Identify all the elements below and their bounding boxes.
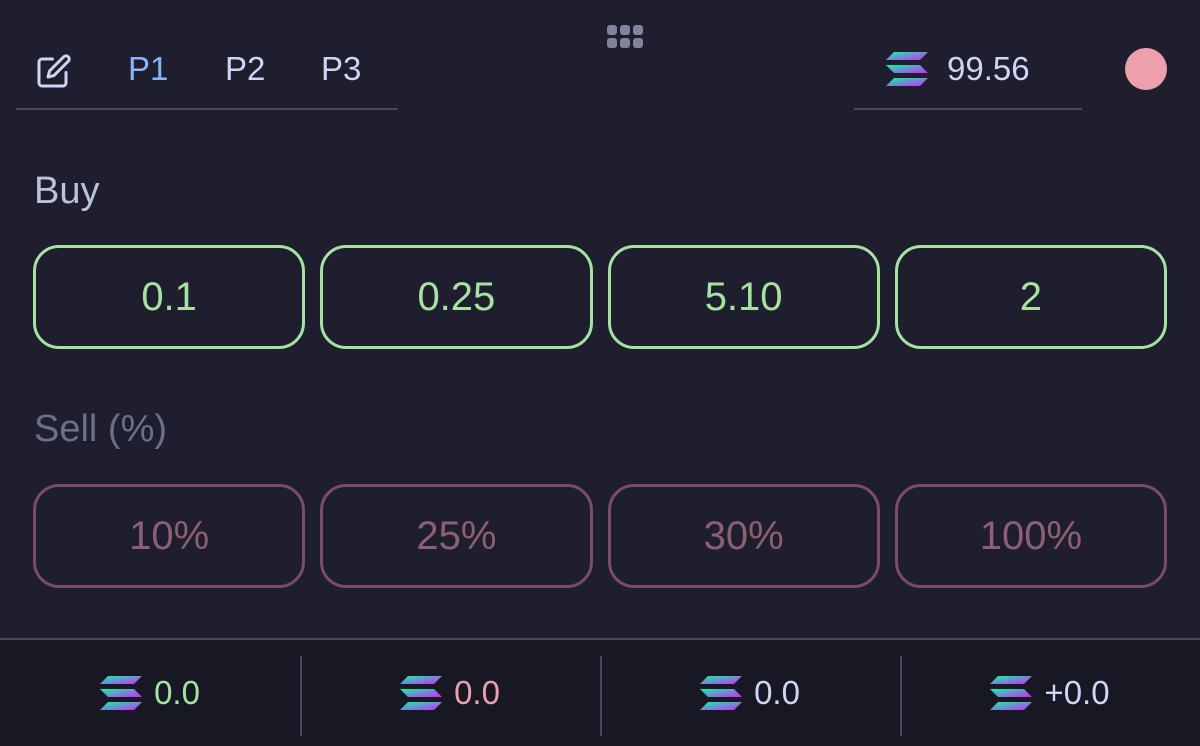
wallet-balance: 99.56 (854, 40, 1082, 110)
buy-button-2[interactable]: 0.25 (320, 245, 593, 349)
sell-button-10[interactable]: 10% (33, 484, 306, 588)
stat-cell: 0.0 (0, 640, 300, 746)
solana-icon (886, 52, 928, 86)
stat-value: 0.0 (154, 674, 200, 711)
sell-heading: Sell (%) (34, 408, 168, 450)
stat-value: 0.0 (454, 674, 500, 711)
status-indicator[interactable] (1125, 48, 1167, 90)
stat-cell: +0.0 (900, 640, 1200, 746)
buy-button-1[interactable]: 0.1 (33, 245, 306, 349)
stat-value: +0.0 (1044, 674, 1110, 711)
stat-value: 0.0 (754, 674, 800, 711)
solana-icon (400, 676, 443, 710)
buy-heading: Buy (34, 170, 100, 212)
drag-handle-icon[interactable] (607, 25, 643, 51)
tab-p2[interactable]: P2 (225, 50, 265, 88)
balance-value: 99.56 (947, 50, 1030, 87)
preset-bar: P1 P2 P3 (16, 40, 398, 110)
tab-p1[interactable]: P1 (128, 50, 168, 88)
buy-button-3[interactable]: 5.10 (607, 245, 880, 349)
solana-icon (990, 676, 1033, 710)
buy-button-4[interactable]: 2 (894, 245, 1167, 349)
buy-amounts: 0.1 0.25 5.10 2 (33, 245, 1167, 349)
stat-cell: 0.0 (300, 640, 600, 746)
sell-button-30[interactable]: 30% (607, 484, 880, 588)
sell-amounts: 10% 25% 30% 100% (33, 484, 1167, 588)
solana-icon (700, 676, 743, 710)
solana-icon (100, 676, 143, 710)
footer-stats: 0.0 0.0 0.0 +0.0 (0, 638, 1200, 746)
sell-button-100[interactable]: 100% (894, 484, 1167, 588)
edit-icon[interactable] (36, 53, 72, 89)
stat-cell: 0.0 (600, 640, 900, 746)
sell-button-25[interactable]: 25% (320, 484, 593, 588)
tab-p3[interactable]: P3 (321, 50, 361, 88)
